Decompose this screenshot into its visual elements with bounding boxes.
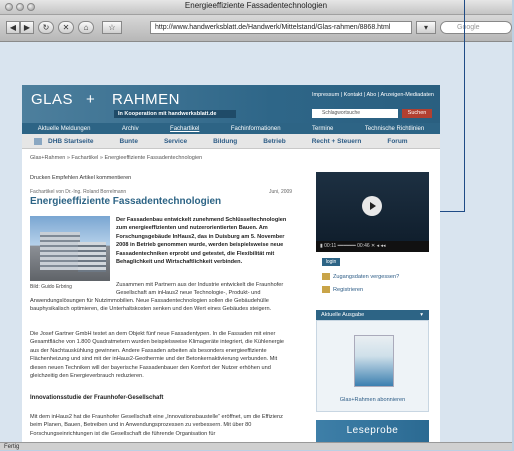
stop-icon[interactable]: ✕ (58, 21, 74, 34)
site-header: GLAS + RAHMEN In Kooperation mit handwer… (22, 85, 440, 123)
nav2-item[interactable]: Forum (387, 138, 407, 145)
building-shape (78, 242, 106, 272)
nav2-item[interactable]: DHB Startseite (48, 138, 94, 145)
play-icon[interactable] (362, 196, 382, 216)
title-bar: Energieeffiziente Fassadentechnologien (0, 0, 512, 15)
article-paragraph: Die Josef Gartner GmbH testet an dem Obj… (30, 331, 285, 380)
top-links[interactable]: Impressum | Kontakt | Abo | Anzeigen-Med… (312, 92, 434, 98)
sidebar: ▮ 00:11 ━━━━━━ 00:46 ✕ ◂ ◂◂ login Zugang… (316, 172, 429, 442)
forgot-credentials-link[interactable]: Zugangsdaten vergessen? (322, 273, 399, 280)
breadcrumb[interactable]: Glas+Rahmen » Fachartikel » Energieeffiz… (30, 155, 202, 161)
nav-item[interactable]: Archiv (122, 126, 139, 132)
address-bar[interactable]: http://www.handwerksblatt.de/Handwerk/Mi… (150, 21, 412, 34)
ausgabe-header[interactable]: Aktuelle Ausgabe ▾ (316, 310, 429, 320)
subscribe-link[interactable]: Glas+Rahmen abonnieren (317, 397, 428, 403)
video-controls[interactable]: ▮ 00:11 ━━━━━━ 00:46 ✕ ◂ ◂◂ (316, 241, 429, 252)
nav-item[interactable]: Termine (312, 126, 333, 132)
article-date: Juni, 2009 (269, 189, 293, 195)
rss-icon[interactable]: ▾ (416, 21, 436, 34)
logo-rahmen[interactable]: RAHMEN (112, 91, 180, 108)
nav2-item[interactable]: Service (164, 138, 187, 145)
ausgabe-title: Aktuelle Ausgabe (321, 312, 365, 318)
nav-item[interactable]: Fachinformationen (231, 126, 281, 132)
nav2-item[interactable]: Bildung (213, 138, 237, 145)
building-shape (40, 232, 80, 270)
chevron-down-icon[interactable]: ▾ (420, 310, 423, 320)
search-input[interactable]: Google (440, 21, 512, 34)
main-nav: Aktuelle Meldungen Archiv Fachartikel Fa… (22, 123, 440, 134)
article-paragraph: Zusammen mit Partnern aus der Industrie … (116, 282, 284, 297)
building-photo (30, 216, 110, 281)
home-icon[interactable]: ⌂ (78, 21, 94, 34)
video-player[interactable]: ▮ 00:11 ━━━━━━ 00:46 ✕ ◂ ◂◂ (316, 172, 429, 252)
article-author: Fachartikel von Dr.-Ing. Roland Borrelma… (30, 189, 127, 195)
browser-toolbar: ◀ ▶ ↻ ✕ ⌂ ☆ http://www.handwerksblatt.de… (0, 15, 512, 42)
back-button[interactable]: ◀ (6, 21, 20, 34)
nav-item[interactable]: Technische Richtlinien (365, 126, 424, 132)
logo-plus: + (86, 91, 95, 108)
nav2-item[interactable]: Recht + Steuern (312, 138, 362, 145)
forward-button[interactable]: ▶ (20, 21, 34, 34)
register-icon (322, 286, 330, 293)
nav-item[interactable]: Aktuelle Meldungen (38, 126, 91, 132)
site-search-input[interactable]: Schlagwortsuche (312, 109, 398, 118)
secondary-nav: DHB Startseite Bunte Service Bildung Bet… (22, 134, 440, 149)
reload-icon[interactable]: ↻ (38, 21, 54, 34)
magazine-cover[interactable] (354, 335, 394, 387)
article-title: Energieeffiziente Fassadentechnologien (30, 196, 222, 207)
site-search-button[interactable]: Suchen (402, 109, 432, 118)
link-label: Zugangsdaten vergessen? (333, 273, 400, 280)
article-subheading: Innovationsstudie der Fraunhofer-Gesells… (30, 395, 164, 401)
web-page: GLAS + RAHMEN In Kooperation mit handwer… (22, 85, 440, 442)
article-lead: Der Fassadenbau entwickelt zunehmend Sch… (116, 217, 287, 266)
register-link[interactable]: Registrieren (322, 286, 363, 293)
leseprobe-banner[interactable]: Leseprobe (316, 420, 429, 442)
key-icon (322, 273, 330, 280)
nav2-item[interactable]: Betrieb (263, 138, 285, 145)
article-paragraph: Anwendungslösungen für Nutzimmobilien. N… (30, 298, 272, 313)
nav2-item[interactable]: Bunte (120, 138, 138, 145)
bookmarks-icon[interactable]: ☆ (102, 21, 122, 34)
dhb-icon (34, 137, 42, 145)
kooperation-label[interactable]: In Kooperation mit handwerksblatt.de (114, 110, 236, 118)
link-label: Registrieren (333, 286, 364, 293)
window-title: Energieeffiziente Fassadentechnologien (184, 1, 328, 10)
browser-window: Energieeffiziente Fassadentechnologien ◀… (0, 0, 512, 450)
callout-line (464, 0, 465, 212)
nav-item-active[interactable]: Fachartikel (170, 126, 199, 132)
ausgabe-box: Glas+Rahmen abonnieren (316, 320, 429, 412)
article-tools[interactable]: Drucken Empfehlen Artikel kommentieren (30, 175, 131, 181)
article-paragraph: Mit dem inHaus2 hat die Fraunhofer Gesel… (30, 414, 283, 437)
logo-glas[interactable]: GLAS (31, 91, 73, 108)
photo-caption: Bild: Guido Erbring (30, 284, 72, 290)
status-bar: Fertig (0, 442, 512, 450)
login-button[interactable]: login (322, 258, 340, 266)
